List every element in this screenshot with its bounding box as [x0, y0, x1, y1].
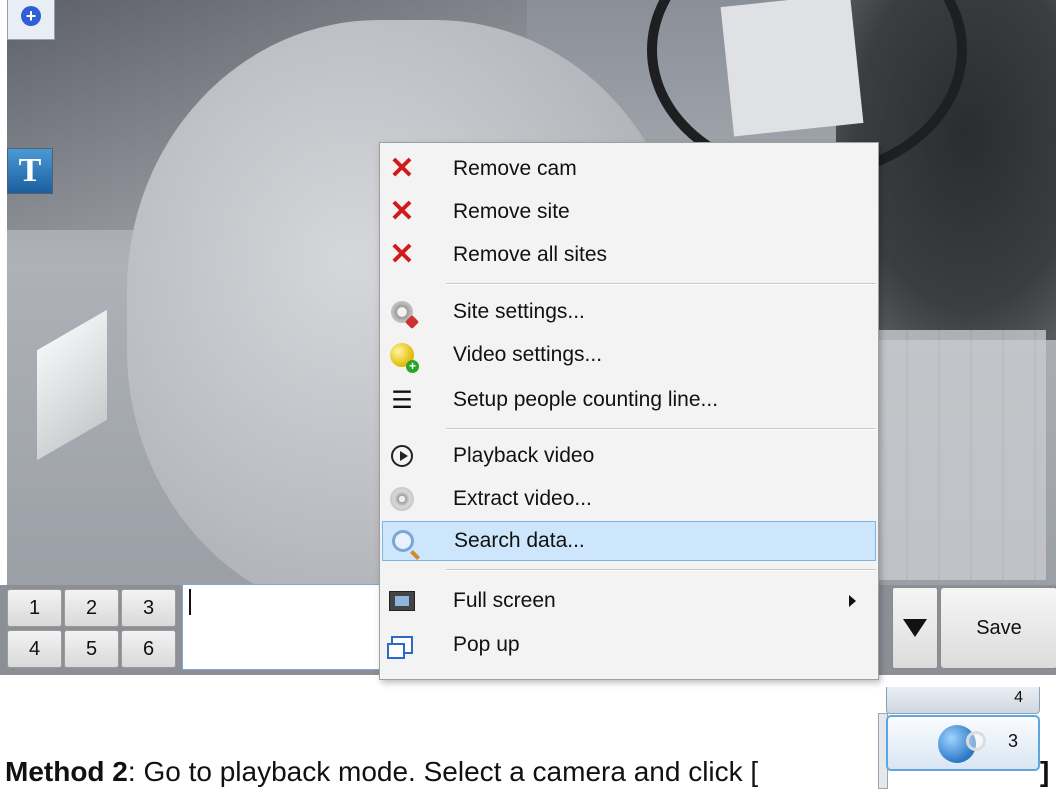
play-icon [388, 442, 416, 470]
camera-image-window [37, 309, 107, 461]
menu-separator [446, 283, 876, 285]
zoom-in-icon: + [21, 6, 41, 26]
channel-button-5[interactable]: 5 [64, 630, 119, 668]
search-data-button[interactable]: 3 [886, 715, 1040, 771]
menu-item-site-settings[interactable]: Site settings... [382, 292, 876, 332]
camera-image-paper [720, 0, 864, 137]
save-button[interactable]: Save [940, 587, 1056, 669]
channel-button-4[interactable]: 4 [7, 630, 62, 668]
dropdown-button[interactable] [892, 587, 938, 669]
menu-item-remove-cam[interactable]: ✕ Remove cam [382, 149, 876, 189]
text-input[interactable] [182, 584, 382, 670]
menu-item-playback-video[interactable]: Playback video [382, 436, 876, 476]
context-menu: ✕ Remove cam ✕ Remove site ✕ Remove all … [379, 142, 879, 680]
dropdown-arrow-icon [903, 619, 927, 637]
playback-top-button-number: 4 [1014, 689, 1023, 706]
menu-separator [446, 428, 876, 430]
camera-image-calendar [876, 330, 1046, 580]
instruction-caption: Method 2: Go to playback mode. Select a … [5, 756, 758, 788]
gear-icon [388, 298, 416, 326]
close-icon: ✕ [389, 238, 415, 271]
playback-top-button[interactable]: 4 [886, 687, 1040, 714]
method-label: Method 2 [5, 756, 128, 787]
channel-button-1[interactable]: 1 [7, 589, 62, 627]
popup-icon [387, 631, 416, 659]
menu-separator [446, 569, 876, 571]
numbered-list-icon: ☰ [391, 386, 413, 414]
video-settings-icon [388, 341, 419, 373]
playback-toolbar-snippet: 4 3 [878, 687, 1046, 789]
channel-button-2[interactable]: 2 [64, 589, 119, 627]
magnifier-icon [966, 731, 986, 751]
menu-item-full-screen[interactable]: Full screen [382, 581, 876, 621]
menu-item-setup-people-counting[interactable]: ☰ Setup people counting line... [382, 380, 876, 420]
close-icon: ✕ [389, 152, 415, 185]
search-icon [389, 527, 417, 555]
menu-item-remove-site[interactable]: ✕ Remove site [382, 192, 876, 232]
caption-text: : Go to playback mode. Select a camera a… [127, 756, 759, 787]
caption-closing-bracket: ] [1040, 756, 1050, 787]
text-tool-button[interactable]: T [7, 148, 53, 194]
zoom-button[interactable]: + [7, 0, 55, 40]
fullscreen-icon [388, 587, 416, 615]
channel-button-6[interactable]: 6 [121, 630, 176, 668]
search-button-number: 3 [1007, 731, 1018, 751]
channel-button-3[interactable]: 3 [121, 589, 176, 627]
text-caret [189, 589, 191, 615]
menu-item-extract-video[interactable]: Extract video... [382, 479, 876, 519]
menu-item-video-settings[interactable]: Video settings... [382, 335, 876, 375]
submenu-arrow-icon [849, 595, 856, 607]
menu-item-remove-all-sites[interactable]: ✕ Remove all sites [382, 235, 876, 275]
menu-item-pop-up[interactable]: Pop up [382, 625, 876, 665]
disc-icon [388, 485, 416, 513]
close-icon: ✕ [389, 195, 415, 228]
menu-item-search-data[interactable]: Search data... [382, 521, 876, 561]
